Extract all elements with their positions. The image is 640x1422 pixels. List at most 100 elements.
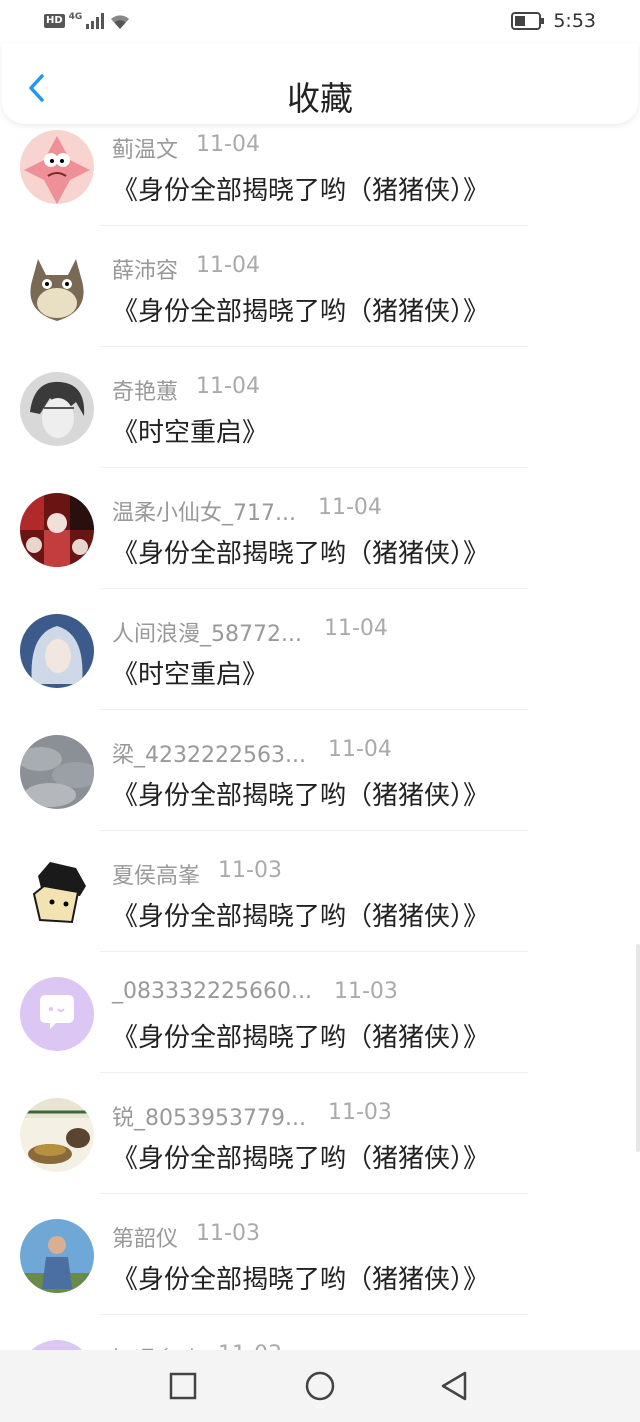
square-icon [169, 1372, 197, 1400]
item-meta: 薛沛容 11-04 [112, 253, 260, 285]
item-date: 11-03 [327, 1100, 392, 1125]
patrick-star-avatar-icon [20, 130, 94, 204]
user-name: 第韶仪 [112, 1227, 179, 1252]
item-date: 11-04 [327, 737, 392, 762]
silver-hair-avatar-icon [20, 614, 94, 688]
item-divider [100, 709, 528, 710]
item-date: 11-04 [196, 374, 260, 399]
hd-badge: HD [44, 14, 65, 28]
clouds-avatar-icon [20, 735, 94, 809]
man-outdoor-avatar-icon [20, 1219, 94, 1293]
user-name: _083332225660... [112, 979, 312, 1004]
list-item[interactable]: 梁_4232222563... 11-04 《身份全部揭晓了哟（猪猪侠）》 [0, 729, 640, 850]
user-name: 奇艳蕙 [112, 380, 179, 405]
app-header: 收藏 [2, 44, 638, 124]
user-avatar[interactable] [20, 493, 94, 567]
item-title: 《身份全部揭晓了哟（猪猪侠）》 [112, 176, 490, 206]
list-item[interactable]: 夏侯高峯 11-03 《身份全部揭晓了哟（猪猪侠）》 [0, 850, 640, 971]
system-nav-bar [0, 1350, 640, 1422]
item-title: 《身份全部揭晓了哟（猪猪侠）》 [112, 539, 490, 569]
user-avatar[interactable] [20, 1098, 94, 1172]
item-title: 《身份全部揭晓了哟（猪猪侠）》 [112, 1144, 490, 1174]
item-divider [100, 1072, 528, 1073]
item-divider [100, 467, 528, 468]
item-meta: 奇艳蕙 11-04 [112, 374, 260, 406]
item-date: 11-03 [196, 1221, 260, 1246]
home-button[interactable] [302, 1368, 338, 1404]
user-name: 温柔小仙女_717... [112, 501, 296, 526]
item-title: 《身份全部揭晓了哟（猪猪侠）》 [112, 1023, 490, 1053]
item-date: 11-04 [317, 495, 382, 520]
user-avatar[interactable] [20, 856, 94, 930]
favorites-list: 蓟温文 11-04 《身份全部揭晓了哟（猪猪侠）》 薛沛容 11-04 《身份全… [0, 124, 640, 1350]
item-title: 《身份全部揭晓了哟（猪猪侠）》 [112, 781, 490, 811]
battery-icon [511, 12, 545, 30]
list-item[interactable]: 温柔小仙女_717... 11-04 《身份全部揭晓了哟（猪猪侠）》 [0, 487, 640, 608]
user-name: 锐_8053953779... [112, 1106, 306, 1131]
item-divider [100, 830, 528, 831]
list-item[interactable]: 奇艳蕙 11-04 《时空重启》 [0, 366, 640, 487]
item-meta: 人间浪漫_58772... 11-04 [112, 616, 388, 648]
list-item[interactable]: 锐_8053953779... 11-03 《身份全部揭晓了哟（猪猪侠）》 [0, 1092, 640, 1213]
status-icons-left: HD 4G [44, 10, 132, 32]
item-date: 11-04 [196, 132, 260, 157]
item-divider [100, 951, 528, 952]
item-title: 《时空重启》 [112, 418, 269, 448]
item-divider [100, 1314, 528, 1315]
item-divider [100, 225, 528, 226]
item-meta: 梁_4232222563... 11-04 [112, 737, 392, 769]
item-date: 11-03 [333, 979, 398, 1004]
user-avatar[interactable] [20, 372, 94, 446]
item-meta: 第韶仪 11-03 [112, 1221, 260, 1253]
clock-time: 5:53 [553, 10, 596, 32]
item-meta: 温柔小仙女_717... 11-04 [112, 495, 382, 527]
user-avatar[interactable] [20, 977, 94, 1051]
signal-icon [86, 13, 105, 29]
red-collage-avatar-icon [20, 493, 94, 567]
user-name: 薛沛容 [112, 259, 179, 284]
user-name: 蓟温文 [112, 138, 179, 163]
item-title: 《身份全部揭晓了哟（猪猪侠）》 [112, 902, 490, 932]
item-meta: 蓟温文 11-04 [112, 132, 260, 164]
user-avatar[interactable] [20, 1219, 94, 1293]
user-avatar[interactable] [20, 614, 94, 688]
list-item[interactable]: _083332225660... 11-03 《身份全部揭晓了哟（猪猪侠）》 [0, 971, 640, 1092]
item-date: 11-04 [196, 253, 260, 278]
user-name: 夏侯高峯 [112, 864, 201, 889]
status-icons-right: 5:53 [511, 10, 596, 32]
system-back-button[interactable] [437, 1368, 473, 1404]
network-type: 4G [68, 12, 83, 22]
item-meta: 知遇多嗑 11-03 [112, 1342, 282, 1350]
user-name: 梁_4232222563... [112, 743, 306, 768]
item-date: 11-03 [218, 858, 282, 883]
item-divider [100, 588, 528, 589]
default-chat-avatar-icon [20, 1340, 94, 1350]
wifi-icon [111, 15, 130, 29]
list-item[interactable]: 蓟温文 11-04 《身份全部揭晓了哟（猪猪侠）》 [0, 124, 640, 245]
item-title: 《身份全部揭晓了哟（猪猪侠）》 [112, 297, 490, 327]
item-title: 《身份全部揭晓了哟（猪猪侠）》 [112, 1265, 490, 1295]
user-avatar[interactable] [20, 1340, 94, 1350]
user-avatar[interactable] [20, 735, 94, 809]
anime-boy-avatar-icon [20, 372, 94, 446]
status-bar: HD 4G 5:53 [0, 0, 640, 44]
item-meta: 锐_8053953779... 11-03 [112, 1100, 392, 1132]
list-item[interactable]: 知遇多嗑 11-03 [0, 1334, 640, 1350]
list-item[interactable]: 第韶仪 11-03 《身份全部揭晓了哟（猪猪侠）》 [0, 1213, 640, 1334]
cartoon-face-avatar-icon [20, 856, 94, 930]
scrollbar-thumb[interactable] [636, 944, 640, 1152]
page-title: 收藏 [287, 79, 353, 118]
item-date: 11-04 [323, 616, 388, 641]
user-avatar[interactable] [20, 130, 94, 204]
circle-icon [305, 1371, 335, 1401]
user-avatar[interactable] [20, 251, 94, 325]
tea-avatar-icon [20, 1098, 94, 1172]
recent-apps-button[interactable] [165, 1368, 201, 1404]
item-divider [100, 346, 528, 347]
user-name: 知遇多嗑 [112, 1342, 200, 1350]
item-divider [100, 1193, 528, 1194]
list-item[interactable]: 人间浪漫_58772... 11-04 《时空重启》 [0, 608, 640, 729]
back-triangle-icon [441, 1371, 467, 1401]
list-item[interactable]: 薛沛容 11-04 《身份全部揭晓了哟（猪猪侠）》 [0, 245, 640, 366]
totoro-avatar-icon [20, 251, 94, 325]
